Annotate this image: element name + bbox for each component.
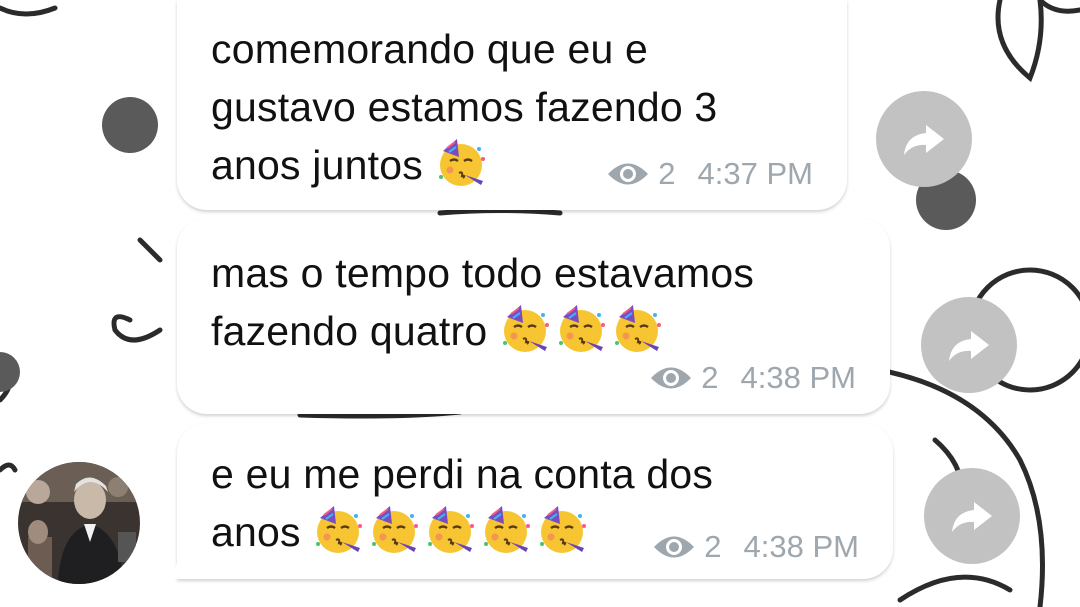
chat-view: comemorando que eu e gustavo estamos faz… — [0, 0, 1080, 607]
message-line: fazendo quatro — [211, 308, 488, 354]
partying-face-icon — [312, 504, 364, 556]
message-line: comemorando que eu e — [211, 26, 649, 72]
partying-face-icon — [499, 303, 551, 355]
share-button[interactable] — [876, 91, 972, 187]
view-count: 2 — [704, 529, 722, 564]
avatar-photo — [18, 462, 140, 584]
bubble-tail — [160, 555, 190, 579]
partying-face-icon — [536, 504, 588, 556]
message-time: 4:37 PM — [697, 156, 813, 191]
message-meta: 2 4:38 PM — [649, 360, 856, 396]
partying-face-icon — [555, 303, 607, 355]
share-button[interactable] — [924, 468, 1020, 564]
partying-face-icon — [611, 303, 663, 355]
message-bubble[interactable]: e eu me perdi na conta dos anos 2 4:38 P… — [177, 423, 893, 579]
partying-face-icon — [435, 137, 487, 189]
message-line: e eu me perdi na conta dos — [211, 451, 714, 497]
share-button[interactable] — [921, 297, 1017, 393]
avatar[interactable] — [18, 462, 140, 584]
message-bubble[interactable]: mas o tempo todo estavamos fazendo quatr… — [177, 218, 890, 414]
message-bubble[interactable]: comemorando que eu e gustavo estamos faz… — [177, 0, 847, 210]
message-time: 4:38 PM — [743, 529, 859, 564]
partying-face-icon — [424, 504, 476, 556]
message-meta: 2 4:38 PM — [652, 529, 859, 565]
view-count: 2 — [701, 360, 719, 395]
eye-icon — [651, 367, 692, 389]
share-arrow-icon — [904, 125, 944, 155]
share-arrow-icon — [949, 331, 989, 361]
partying-face-icon — [368, 504, 420, 556]
eye-icon — [654, 536, 695, 558]
message-line: mas o tempo todo estavamos — [211, 250, 755, 296]
eye-icon — [608, 163, 649, 185]
share-arrow-icon — [952, 502, 992, 532]
message-line: anos juntos — [211, 142, 423, 188]
partying-face-icon — [480, 504, 532, 556]
message-text: mas o tempo todo estavamos fazendo quatr… — [211, 244, 856, 360]
message-line: gustavo estamos fazendo 3 — [211, 84, 718, 130]
message-line: anos — [211, 509, 301, 555]
message-meta: 2 4:37 PM — [606, 156, 813, 192]
view-count: 2 — [658, 156, 676, 191]
message-time: 4:38 PM — [740, 360, 856, 395]
